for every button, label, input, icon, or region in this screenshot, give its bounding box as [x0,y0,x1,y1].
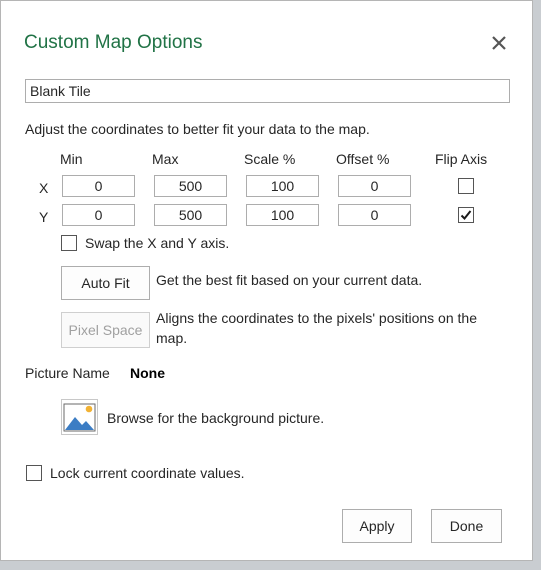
auto-fit-description: Get the best fit based on your current d… [156,272,423,288]
y-flip-axis-checkbox[interactable] [458,207,474,223]
close-button[interactable] [487,31,511,55]
x-min-field[interactable] [62,175,135,197]
done-button[interactable]: Done [431,509,502,543]
lock-coordinates-checkbox[interactable] [26,465,42,481]
lock-coordinates-label[interactable]: Lock current coordinate values. [50,465,245,481]
x-row-label: X [39,180,49,196]
y-min-field[interactable] [62,204,135,226]
picture-name-value: None [130,365,165,381]
tile-name-field[interactable] [25,79,510,103]
x-max-field[interactable] [154,175,227,197]
instructions-text: Adjust the coordinates to better fit you… [25,121,370,137]
auto-fit-button[interactable]: Auto Fit [61,266,150,300]
min-header: Min [60,151,83,167]
scale-header: Scale % [244,151,296,167]
pixel-space-description-line1: Aligns the coordinates to the pixels' po… [156,310,477,326]
offset-header: Offset % [336,151,390,167]
custom-map-options-dialog: Custom Map Options Adjust the coordinate… [0,0,533,561]
max-header: Max [152,151,179,167]
apply-button[interactable]: Apply [342,509,412,543]
pixel-space-button[interactable]: Pixel Space [61,312,150,348]
backdrop-bottom [0,561,541,570]
swap-axes-checkbox[interactable] [61,235,77,251]
pixel-space-description-line2: map. [156,330,188,346]
y-offset-field[interactable] [338,204,411,226]
swap-axes-label[interactable]: Swap the X and Y axis. [85,235,229,251]
backdrop-right [533,0,541,570]
x-offset-field[interactable] [338,175,411,197]
x-scale-field[interactable] [246,175,319,197]
y-scale-field[interactable] [246,204,319,226]
close-icon [492,36,506,50]
y-max-field[interactable] [154,204,227,226]
checkmark-icon [460,210,472,220]
browse-picture-text[interactable]: Browse for the background picture. [107,410,324,426]
picture-name-label: Picture Name [25,365,110,381]
browse-picture-button[interactable] [61,399,98,435]
flip-axis-header: Flip Axis [435,151,488,167]
y-row-label: Y [39,209,49,225]
x-flip-axis-checkbox[interactable] [458,178,474,194]
picture-icon [63,403,96,432]
dialog-title: Custom Map Options [24,32,203,53]
